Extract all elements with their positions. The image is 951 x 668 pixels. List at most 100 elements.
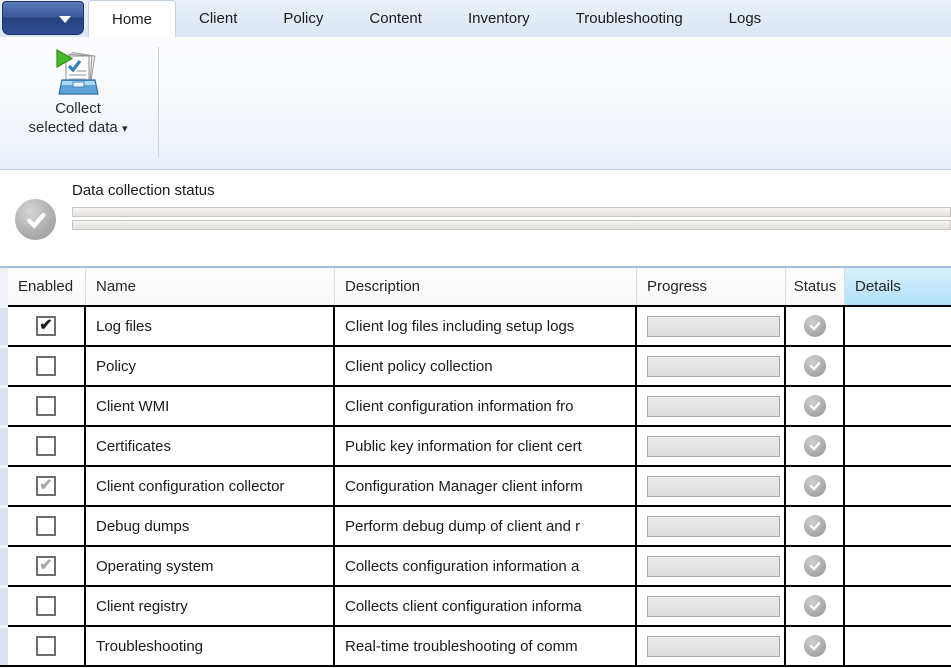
column-header-details[interactable]: Details — [845, 268, 951, 305]
description-cell: Real-time troubleshooting of comm — [335, 627, 637, 665]
row-progress-bar — [647, 316, 780, 337]
table-row[interactable]: ✔ Log files Client log files including s… — [0, 305, 951, 345]
enabled-cell — [8, 427, 86, 465]
row-status-check-icon — [804, 515, 826, 537]
row-status-check-icon — [804, 355, 826, 377]
row-progress-bar — [647, 476, 780, 497]
enabled-checkbox[interactable]: ✔ — [36, 556, 56, 576]
progress-cell — [637, 307, 786, 345]
status-check-icon — [15, 199, 56, 240]
column-header-description[interactable]: Description — [335, 268, 637, 305]
table-header-row: EnabledNameDescriptionProgressStatusDeta… — [0, 268, 951, 305]
enabled-cell: ✔ — [8, 467, 86, 505]
table-row[interactable]: Client registry Collects client configur… — [0, 585, 951, 625]
progress-cell — [637, 627, 786, 665]
enabled-cell — [8, 507, 86, 545]
column-header-enabled[interactable]: Enabled — [8, 268, 86, 305]
details-cell — [845, 627, 951, 665]
tab-home[interactable]: Home — [88, 0, 176, 37]
tab-client[interactable]: Client — [176, 0, 260, 37]
table-row[interactable]: ✔ Client configuration collector Configu… — [0, 465, 951, 505]
table-row[interactable]: Certificates Public key information for … — [0, 425, 951, 465]
description-cell: Public key information for client cert — [335, 427, 637, 465]
row-header-gutter[interactable] — [0, 305, 8, 345]
enabled-checkbox[interactable]: ✔ — [36, 316, 56, 336]
status-cell — [786, 467, 845, 505]
ribbon-group-separator — [158, 47, 159, 157]
tab-troubleshooting[interactable]: Troubleshooting — [553, 0, 706, 37]
enabled-cell: ✔ — [8, 547, 86, 585]
row-progress-bar — [647, 516, 780, 537]
enabled-cell — [8, 347, 86, 385]
progress-cell — [637, 467, 786, 505]
collect-selected-data-button[interactable]: Collect selected data ▾ — [4, 43, 152, 165]
column-header-name[interactable]: Name — [86, 268, 335, 305]
tab-inventory[interactable]: Inventory — [445, 0, 553, 37]
column-header-progress[interactable]: Progress — [637, 268, 786, 305]
enabled-cell: ✔ — [8, 307, 86, 345]
row-progress-bar — [647, 436, 780, 457]
row-status-check-icon — [804, 315, 826, 337]
enabled-checkbox[interactable] — [36, 436, 56, 456]
name-cell: Client registry — [86, 587, 335, 625]
status-cell — [786, 427, 845, 465]
enabled-checkbox[interactable] — [36, 596, 56, 616]
name-cell: Client WMI — [86, 387, 335, 425]
progress-cell — [637, 387, 786, 425]
description-cell: Configuration Manager client inform — [335, 467, 637, 505]
row-progress-bar — [647, 396, 780, 417]
row-header-gutter[interactable] — [0, 385, 8, 425]
row-header-gutter[interactable] — [0, 345, 8, 385]
collect-dropdown-caret: ▾ — [122, 123, 128, 135]
enabled-cell — [8, 587, 86, 625]
description-cell: Client log files including setup logs — [335, 307, 637, 345]
enabled-checkbox[interactable] — [36, 636, 56, 656]
name-cell: Policy — [86, 347, 335, 385]
overall-progress-bar — [72, 207, 951, 217]
collect-button-label: Collect selected data ▾ — [29, 99, 128, 139]
progress-cell — [637, 507, 786, 545]
row-status-check-icon — [804, 635, 826, 657]
progress-cell — [637, 547, 786, 585]
name-cell: Troubleshooting — [86, 627, 335, 665]
collect-data-icon — [53, 47, 103, 97]
tab-content[interactable]: Content — [346, 0, 445, 37]
description-cell: Perform debug dump of client and r — [335, 507, 637, 545]
table-row[interactable]: Debug dumps Perform debug dump of client… — [0, 505, 951, 545]
row-header-gutter[interactable] — [0, 465, 8, 505]
enabled-checkbox[interactable] — [36, 356, 56, 376]
tab-policy[interactable]: Policy — [260, 0, 346, 37]
progress-cell — [637, 427, 786, 465]
dropdown-caret-icon — [59, 16, 71, 23]
row-header-gutter[interactable] — [0, 585, 8, 625]
ribbon-tabs: HomeClientPolicyContentInventoryTroubles… — [88, 0, 784, 37]
name-cell: Log files — [86, 307, 335, 345]
row-header-gutter[interactable] — [0, 625, 8, 665]
row-header-gutter[interactable] — [0, 425, 8, 465]
status-panel-label: Data collection status — [72, 182, 951, 199]
row-header-gutter — [0, 268, 8, 305]
enabled-checkbox[interactable] — [36, 396, 56, 416]
current-progress-bar — [72, 220, 951, 230]
row-progress-bar — [647, 596, 780, 617]
enabled-checkbox[interactable] — [36, 516, 56, 536]
row-header-gutter[interactable] — [0, 505, 8, 545]
row-header-gutter[interactable] — [0, 545, 8, 585]
status-cell — [786, 347, 845, 385]
row-progress-bar — [647, 356, 780, 377]
tab-logs[interactable]: Logs — [706, 0, 785, 37]
enabled-checkbox[interactable]: ✔ — [36, 476, 56, 496]
details-cell — [845, 507, 951, 545]
data-table: EnabledNameDescriptionProgressStatusDeta… — [0, 266, 951, 667]
name-cell: Client configuration collector — [86, 467, 335, 505]
details-cell — [845, 587, 951, 625]
table-row[interactable]: Troubleshooting Real-time troubleshootin… — [0, 625, 951, 665]
app-menu-button[interactable] — [2, 1, 84, 35]
table-row[interactable]: Client WMI Client configuration informat… — [0, 385, 951, 425]
row-status-check-icon — [804, 555, 826, 577]
table-row[interactable]: ✔ Operating system Collects configuratio… — [0, 545, 951, 585]
status-cell — [786, 547, 845, 585]
table-row[interactable]: Policy Client policy collection — [0, 345, 951, 385]
name-cell: Debug dumps — [86, 507, 335, 545]
column-header-status[interactable]: Status — [786, 268, 845, 305]
